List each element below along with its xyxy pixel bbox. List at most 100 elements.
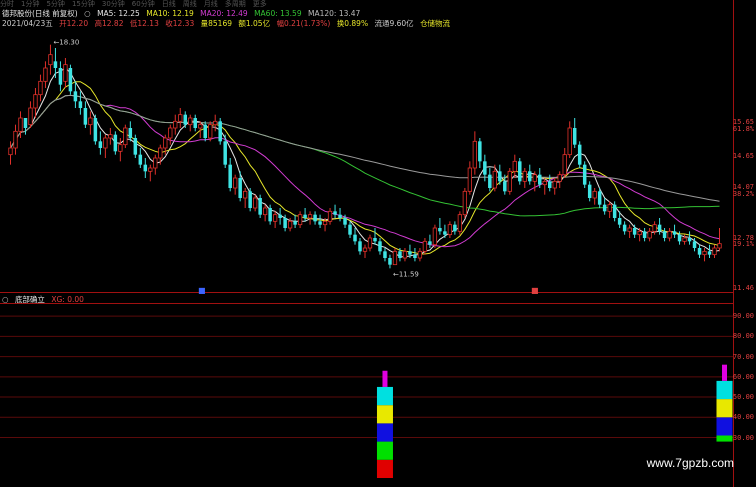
candle[interactable]: [572, 118, 577, 148]
candle[interactable]: [438, 218, 442, 235]
candle[interactable]: [702, 248, 707, 262]
candle[interactable]: [647, 228, 652, 242]
candle[interactable]: [313, 211, 317, 225]
candle[interactable]: [268, 204, 272, 225]
candle[interactable]: [392, 248, 398, 266]
candle[interactable]: [327, 208, 333, 225]
candle[interactable]: [467, 161, 473, 195]
candle[interactable]: [462, 188, 468, 218]
candle[interactable]: [63, 58, 68, 88]
candle[interactable]: [538, 168, 542, 188]
candle[interactable]: [93, 114, 98, 145]
candle[interactable]: [188, 114, 193, 132]
candle[interactable]: [233, 174, 238, 195]
candle[interactable]: [602, 198, 607, 215]
kline-chart-svg[interactable]: ←18.30 ←11.59 ■ ■: [0, 0, 756, 487]
candle[interactable]: [712, 244, 717, 258]
candle[interactable]: [83, 101, 88, 128]
candle[interactable]: [103, 134, 108, 158]
candle[interactable]: [53, 48, 58, 78]
candle[interactable]: [443, 224, 447, 238]
candle[interactable]: [203, 121, 207, 142]
candle[interactable]: [297, 211, 303, 228]
candle[interactable]: [23, 118, 28, 135]
candle[interactable]: [218, 118, 222, 145]
candle[interactable]: [697, 244, 702, 258]
candle[interactable]: [453, 221, 457, 235]
candle[interactable]: [113, 131, 118, 155]
candle[interactable]: [562, 148, 567, 178]
candle[interactable]: [148, 164, 153, 182]
candle[interactable]: [542, 178, 547, 195]
candle[interactable]: [88, 111, 93, 135]
candle[interactable]: [378, 238, 382, 255]
candle[interactable]: [552, 178, 557, 195]
candle[interactable]: [358, 238, 362, 255]
candle[interactable]: [353, 228, 357, 245]
candle[interactable]: [153, 154, 158, 175]
candle[interactable]: [48, 44, 53, 75]
candle[interactable]: [133, 134, 138, 158]
candle[interactable]: [128, 121, 133, 142]
candle[interactable]: [672, 224, 677, 238]
candle[interactable]: [183, 111, 187, 128]
candle[interactable]: [173, 114, 178, 135]
candle[interactable]: [293, 214, 297, 228]
candle[interactable]: [123, 124, 128, 148]
candle[interactable]: [108, 128, 113, 145]
candle[interactable]: [607, 201, 612, 218]
candle[interactable]: [432, 224, 438, 248]
candle[interactable]: [118, 138, 123, 162]
candle[interactable]: [258, 194, 262, 218]
indicator-settings-icon[interactable]: ○: [2, 295, 9, 304]
candle[interactable]: [388, 254, 392, 269]
candle[interactable]: [687, 231, 692, 245]
candle[interactable]: [622, 221, 627, 235]
candle[interactable]: [333, 204, 337, 218]
candle[interactable]: [262, 204, 268, 222]
candle[interactable]: [447, 221, 453, 238]
candle[interactable]: [472, 131, 477, 175]
candle[interactable]: [228, 158, 232, 192]
candle[interactable]: [707, 244, 712, 258]
candle[interactable]: [528, 164, 532, 185]
indicator-name[interactable]: 底部确立: [15, 295, 45, 304]
candle[interactable]: [512, 154, 517, 178]
candle[interactable]: [642, 228, 647, 242]
candle[interactable]: [488, 168, 492, 192]
candle[interactable]: [592, 188, 597, 205]
candle[interactable]: [667, 228, 672, 242]
candle[interactable]: [637, 228, 642, 242]
candle[interactable]: [38, 74, 43, 102]
candle[interactable]: [627, 224, 632, 238]
candle[interactable]: [158, 144, 163, 165]
candle[interactable]: [632, 224, 637, 238]
candle[interactable]: [662, 228, 667, 242]
candle[interactable]: [413, 248, 417, 262]
candle[interactable]: [567, 121, 572, 158]
candle[interactable]: [28, 101, 33, 128]
candle[interactable]: [178, 108, 183, 128]
candle[interactable]: [73, 81, 78, 108]
candle[interactable]: [428, 234, 432, 248]
candle[interactable]: [208, 121, 213, 142]
candle[interactable]: [402, 248, 408, 262]
candle[interactable]: [13, 124, 18, 155]
candle[interactable]: [318, 214, 322, 228]
candle[interactable]: [478, 138, 482, 168]
candle[interactable]: [303, 208, 307, 222]
candle[interactable]: [248, 188, 252, 212]
candle[interactable]: [417, 248, 423, 262]
candle[interactable]: [457, 211, 463, 235]
candle[interactable]: [557, 171, 562, 188]
candle[interactable]: [8, 141, 13, 165]
candle[interactable]: [507, 168, 512, 195]
candle[interactable]: [348, 221, 352, 238]
candle[interactable]: [717, 228, 722, 252]
candle[interactable]: [587, 181, 592, 202]
candle[interactable]: [143, 158, 148, 178]
candle[interactable]: [168, 124, 173, 145]
candle[interactable]: [362, 244, 368, 258]
candle[interactable]: [138, 148, 143, 168]
candle[interactable]: [78, 91, 83, 115]
